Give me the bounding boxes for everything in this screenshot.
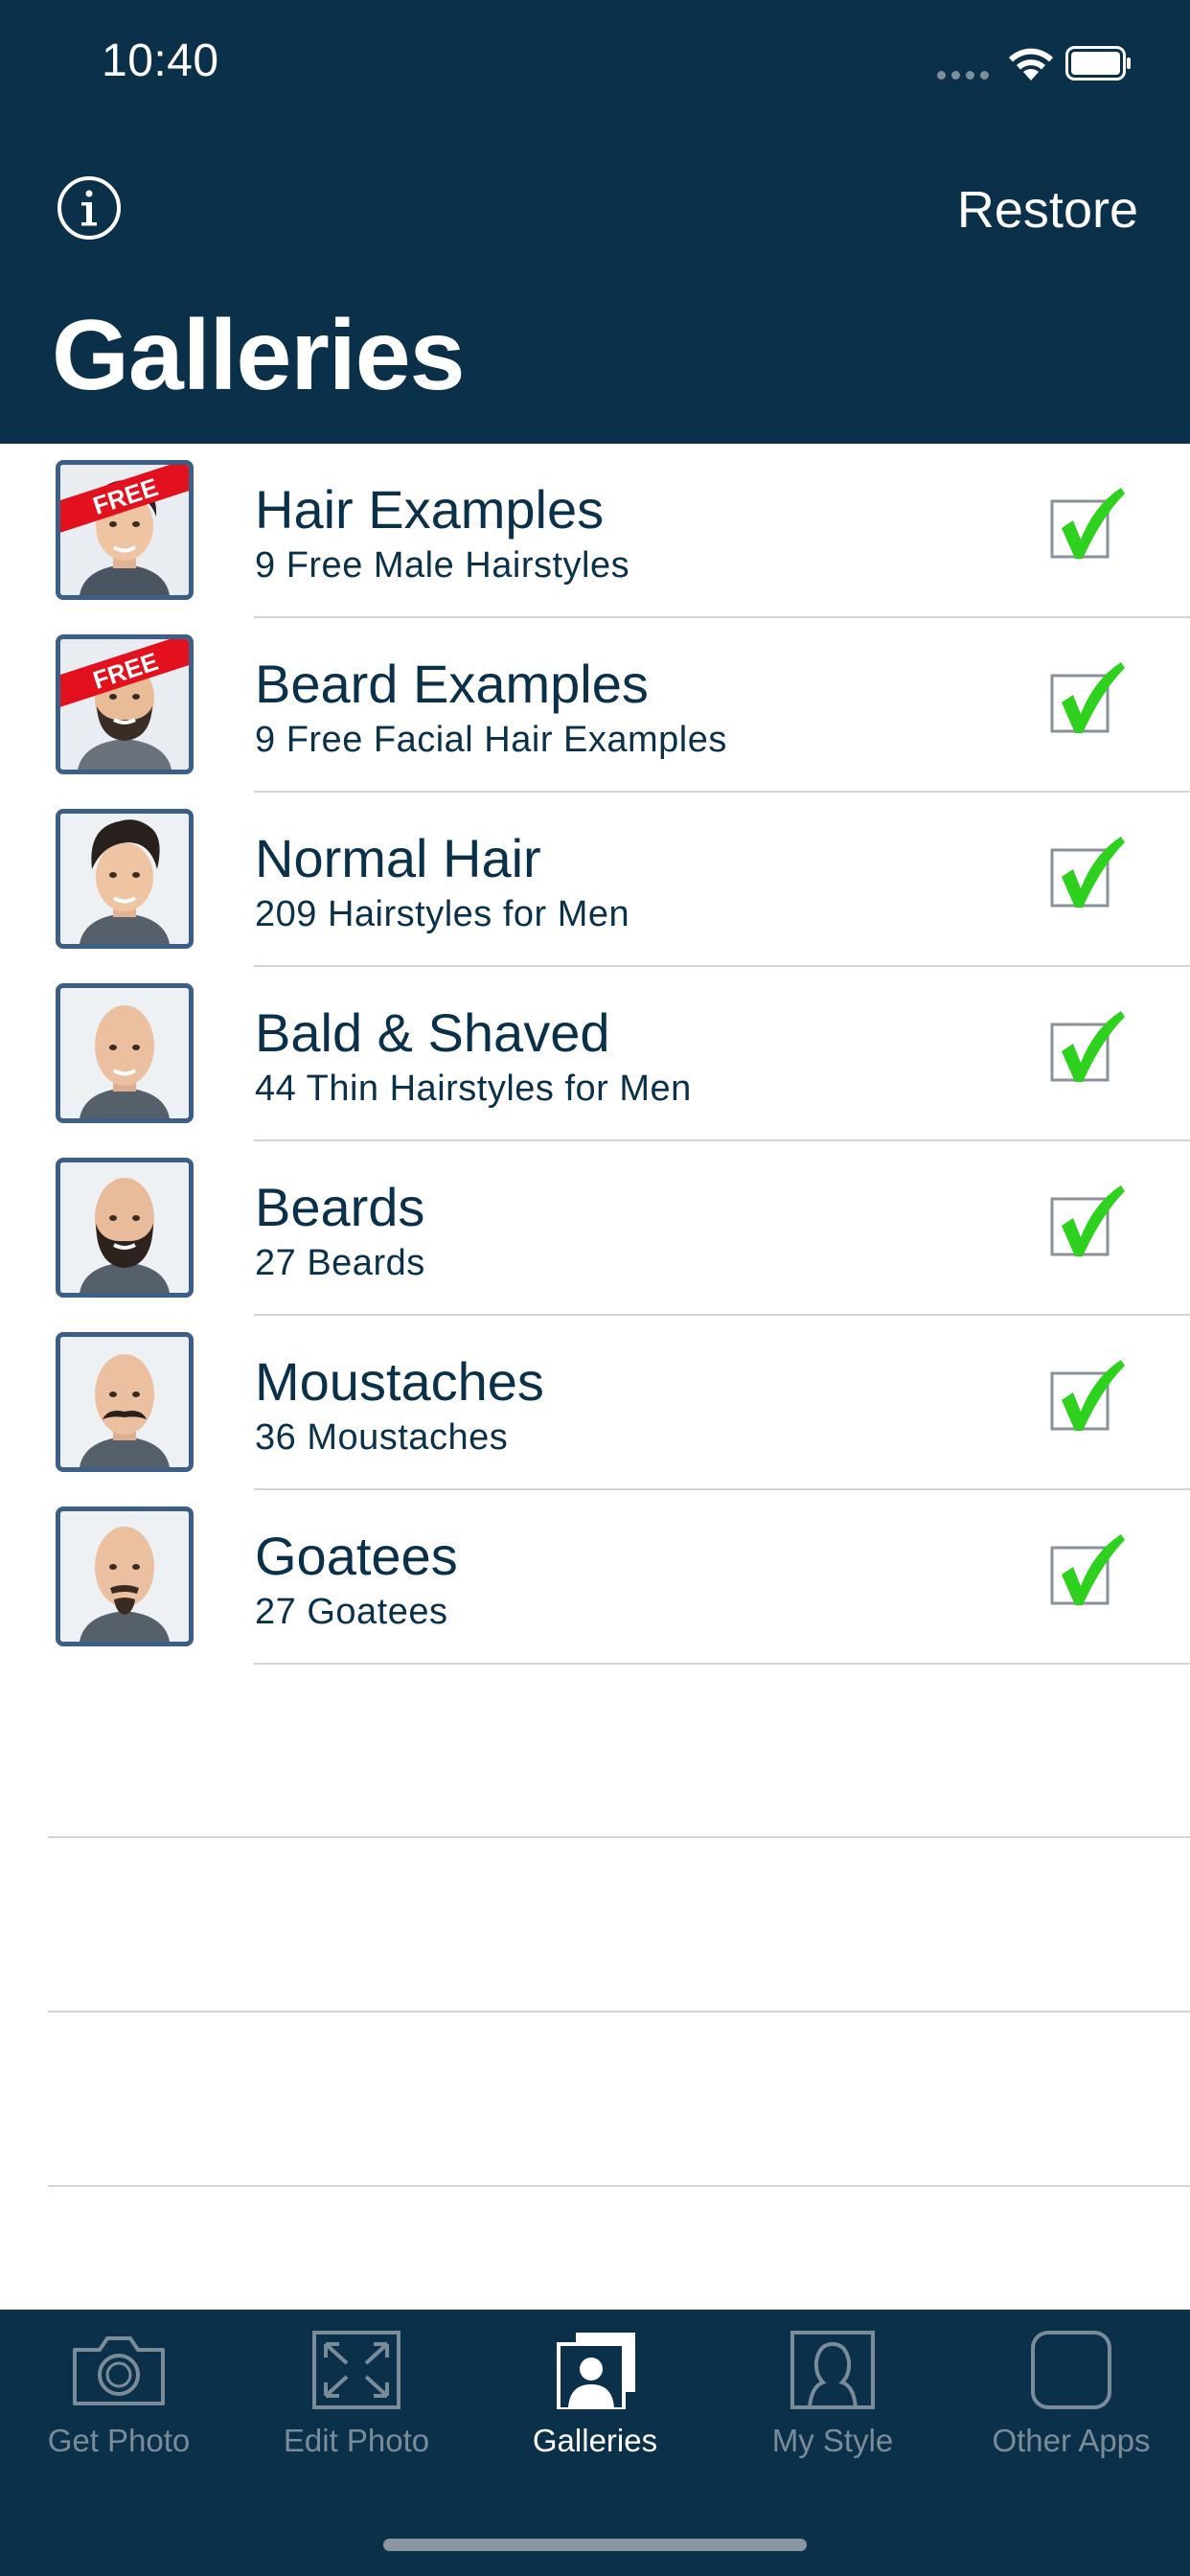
home-indicator[interactable] <box>383 2539 807 2551</box>
gallery-subtitle: 27 Goatees <box>255 1592 448 1632</box>
tab-my-style[interactable]: My Style <box>714 2310 951 2501</box>
checkbox-checked-icon[interactable] <box>1048 1005 1125 1092</box>
tab-get-photo[interactable]: Get Photo <box>0 2310 238 2501</box>
page-title: Galleries <box>52 300 465 411</box>
checkbox-checked-icon[interactable] <box>1048 1180 1125 1266</box>
gallery-thumbnail <box>56 809 194 949</box>
gallery-row-normal-hair[interactable]: Normal Hair 209 Hairstyles for Men <box>0 793 1190 967</box>
tab-label: Galleries <box>532 2423 658 2458</box>
tab-galleries[interactable]: Galleries <box>476 2310 714 2501</box>
resize-icon <box>312 2331 400 2409</box>
restore-button[interactable]: Restore <box>957 180 1138 240</box>
gallery-title: Beard Examples <box>255 654 649 714</box>
wifi-icon <box>1009 48 1053 80</box>
gallery-row-bald-shaved[interactable]: Bald & Shaved 44 Thin Hairstyles for Men <box>0 967 1190 1141</box>
checkbox-checked-icon[interactable] <box>1048 482 1125 568</box>
gallery-row-moustaches[interactable]: Moustaches 36 Moustaches <box>0 1316 1190 1490</box>
checkbox-checked-icon[interactable] <box>1048 656 1125 743</box>
gallery-row-beard-examples[interactable]: FREE Beard Examples 9 Free Facial Hair E… <box>0 618 1190 793</box>
checkbox-checked-icon[interactable] <box>1048 1354 1125 1440</box>
row-divider <box>254 1663 1190 1665</box>
gallery-subtitle: 36 Moustaches <box>255 1417 509 1458</box>
apps-icon <box>1031 2331 1111 2409</box>
gallery-title: Hair Examples <box>255 479 605 540</box>
person-icon <box>790 2331 875 2409</box>
gallery-title: Bald & Shaved <box>255 1002 610 1063</box>
tab-label: Other Apps <box>992 2423 1151 2458</box>
empty-row-divider <box>48 1836 1190 1838</box>
info-icon[interactable] <box>56 174 123 242</box>
galleries-list: FREE Hair Examples 9 Free Male Hairstyle… <box>0 444 1190 1665</box>
signal-icon <box>937 71 989 80</box>
tab-label: Edit Photo <box>283 2423 430 2458</box>
gallery-subtitle: 9 Free Facial Hair Examples <box>255 720 727 760</box>
gallery-title: Normal Hair <box>255 828 541 888</box>
gallery-thumbnail: FREE <box>56 460 194 600</box>
tab-label: My Style <box>771 2423 894 2458</box>
gallery-thumbnail <box>56 1158 194 1298</box>
empty-row-divider <box>48 2011 1190 2012</box>
tab-edit-photo[interactable]: Edit Photo <box>238 2310 475 2501</box>
navigation-header: 10:40 Restore Galleries <box>0 0 1190 444</box>
gallery-thumbnail <box>56 1332 194 1472</box>
camera-icon <box>73 2336 165 2405</box>
empty-row-divider <box>48 2185 1190 2187</box>
tab-bar: Get Photo Edit Photo Galleries My Style <box>0 2310 1190 2576</box>
gallery-thumbnail: FREE <box>56 634 194 774</box>
tab-other-apps[interactable]: Other Apps <box>952 2310 1190 2501</box>
gallery-subtitle: 9 Free Male Hairstyles <box>255 545 630 586</box>
gallery-subtitle: 44 Thin Hairstyles for Men <box>255 1069 692 1109</box>
gallery-thumbnail <box>56 983 194 1123</box>
gallery-subtitle: 27 Beards <box>255 1243 425 1283</box>
gallery-row-goatees[interactable]: Goatees 27 Goatees <box>0 1490 1190 1665</box>
gallery-title: Moustaches <box>255 1351 544 1412</box>
gallery-row-beards[interactable]: Beards 27 Beards <box>0 1141 1190 1316</box>
gallery-subtitle: 209 Hairstyles for Men <box>255 894 630 934</box>
status-time: 10:40 <box>102 35 219 86</box>
battery-icon <box>1065 46 1131 80</box>
gallery-row-hair-examples[interactable]: FREE Hair Examples 9 Free Male Hairstyle… <box>0 444 1190 618</box>
gallery-icon <box>557 2333 635 2409</box>
checkbox-checked-icon[interactable] <box>1048 1529 1125 1615</box>
gallery-title: Beards <box>255 1177 425 1237</box>
gallery-title: Goatees <box>255 1526 458 1586</box>
checkbox-checked-icon[interactable] <box>1048 831 1125 917</box>
gallery-thumbnail <box>56 1506 194 1646</box>
tab-label: Get Photo <box>47 2423 191 2458</box>
